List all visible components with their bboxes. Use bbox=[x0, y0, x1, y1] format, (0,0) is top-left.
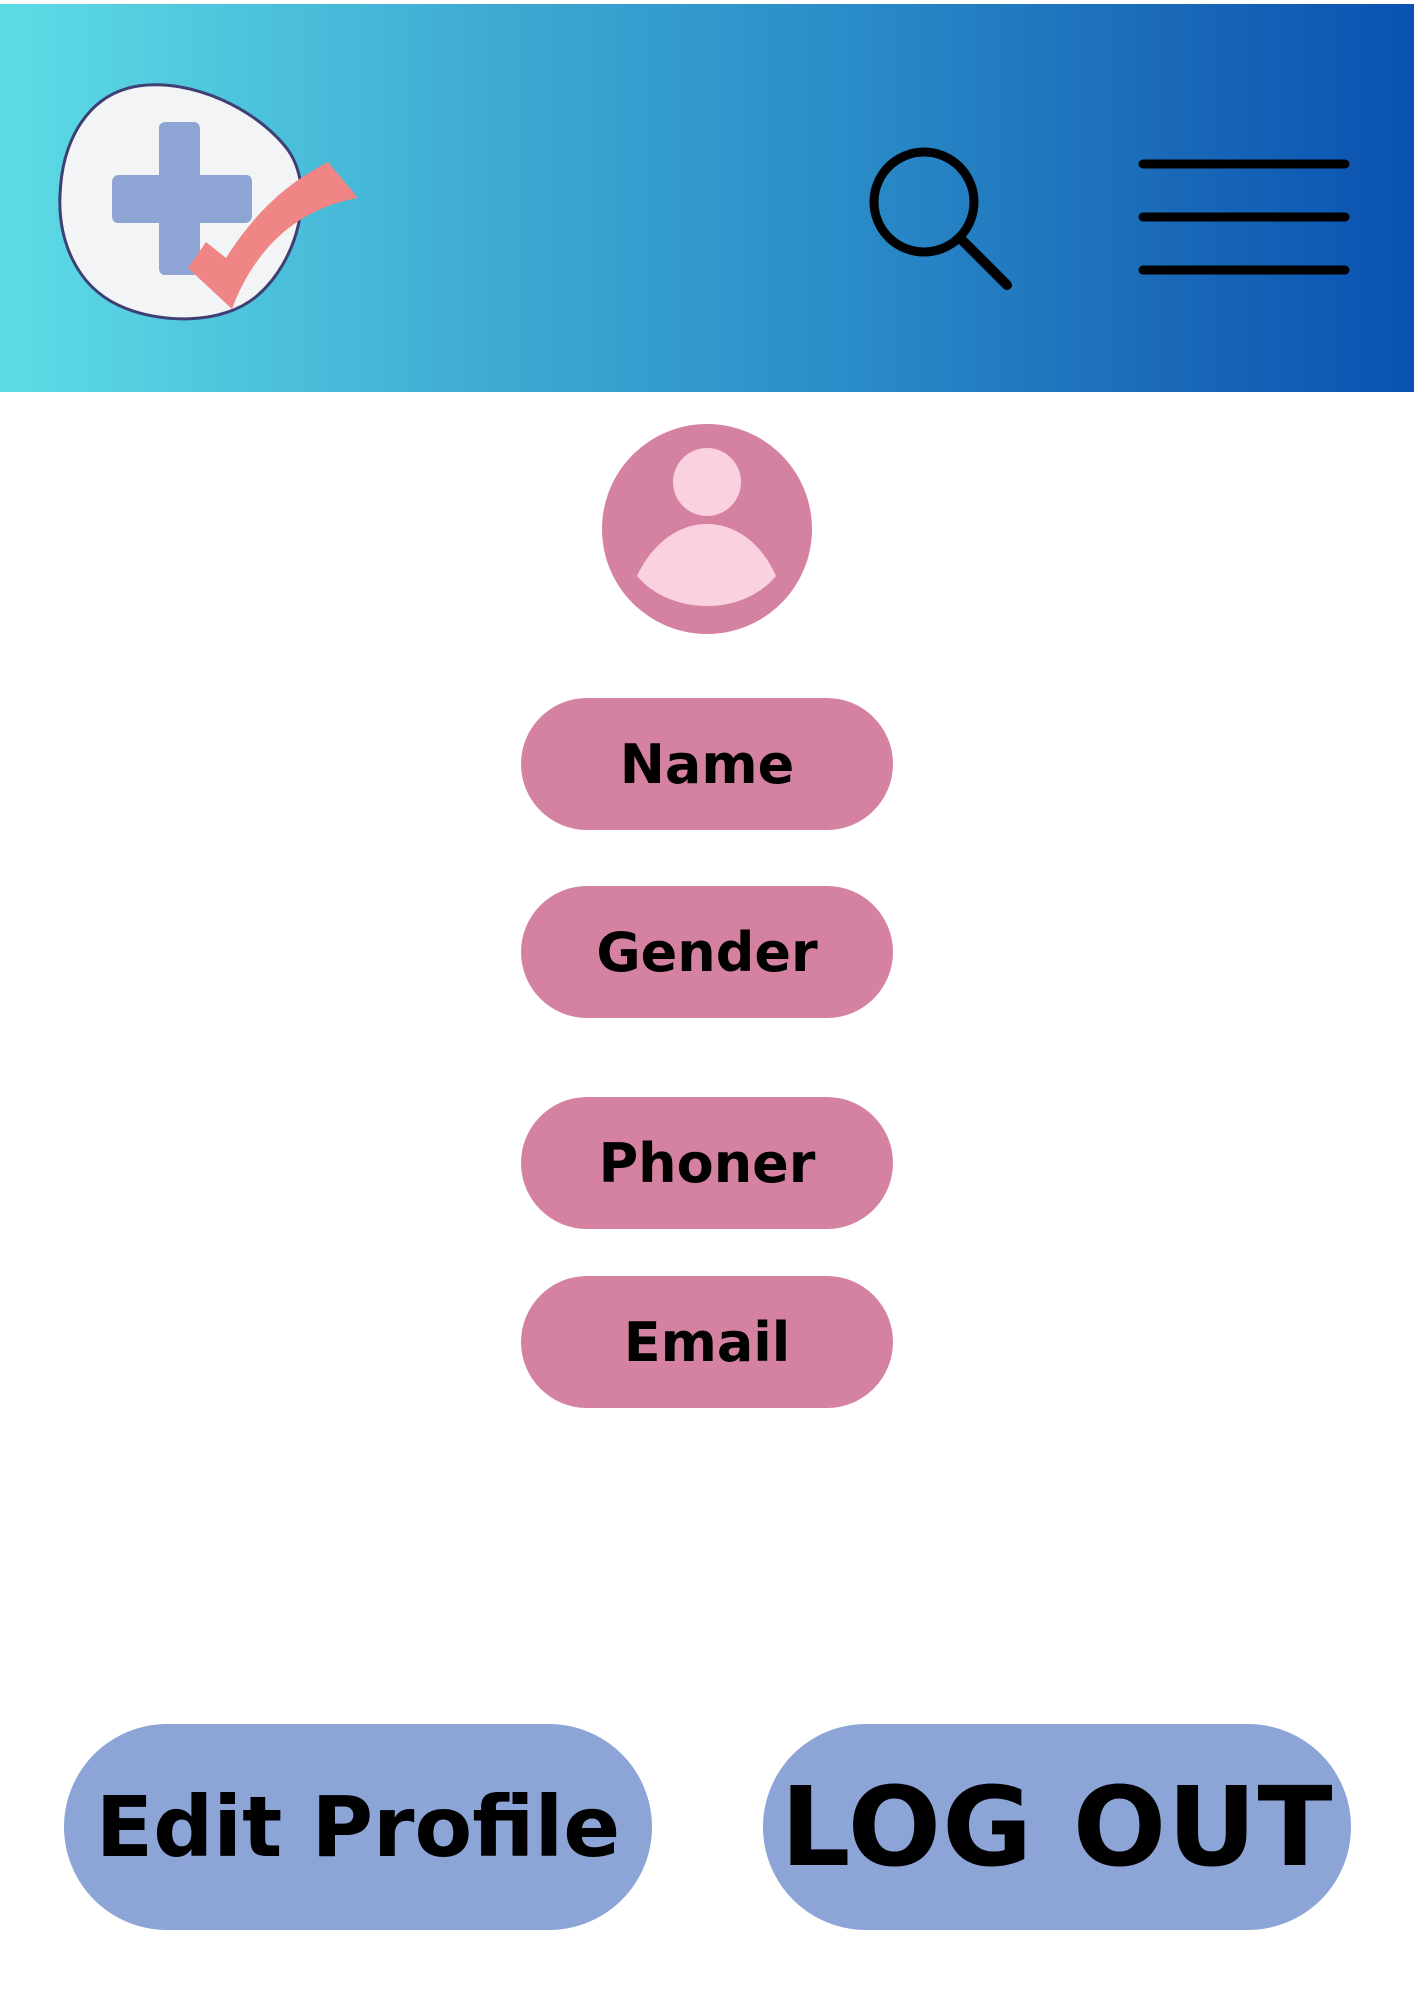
logout-button[interactable]: LOG OUT bbox=[763, 1724, 1351, 1930]
edit-profile-button[interactable]: Edit Profile bbox=[64, 1724, 652, 1930]
app-header bbox=[0, 4, 1414, 392]
name-field[interactable]: Name bbox=[521, 698, 893, 830]
menu-button[interactable] bbox=[1138, 152, 1350, 282]
email-field[interactable]: Email bbox=[521, 1276, 893, 1408]
app-logo[interactable] bbox=[58, 80, 368, 330]
user-avatar-icon bbox=[602, 424, 812, 634]
gender-field[interactable]: Gender bbox=[521, 886, 893, 1018]
search-icon bbox=[869, 147, 1012, 290]
hamburger-menu-icon bbox=[1138, 159, 1350, 275]
search-button[interactable] bbox=[862, 140, 1022, 300]
phone-field[interactable]: Phoner bbox=[521, 1097, 893, 1229]
profile-avatar bbox=[600, 422, 814, 636]
medical-cross-check-logo-icon bbox=[58, 83, 358, 321]
